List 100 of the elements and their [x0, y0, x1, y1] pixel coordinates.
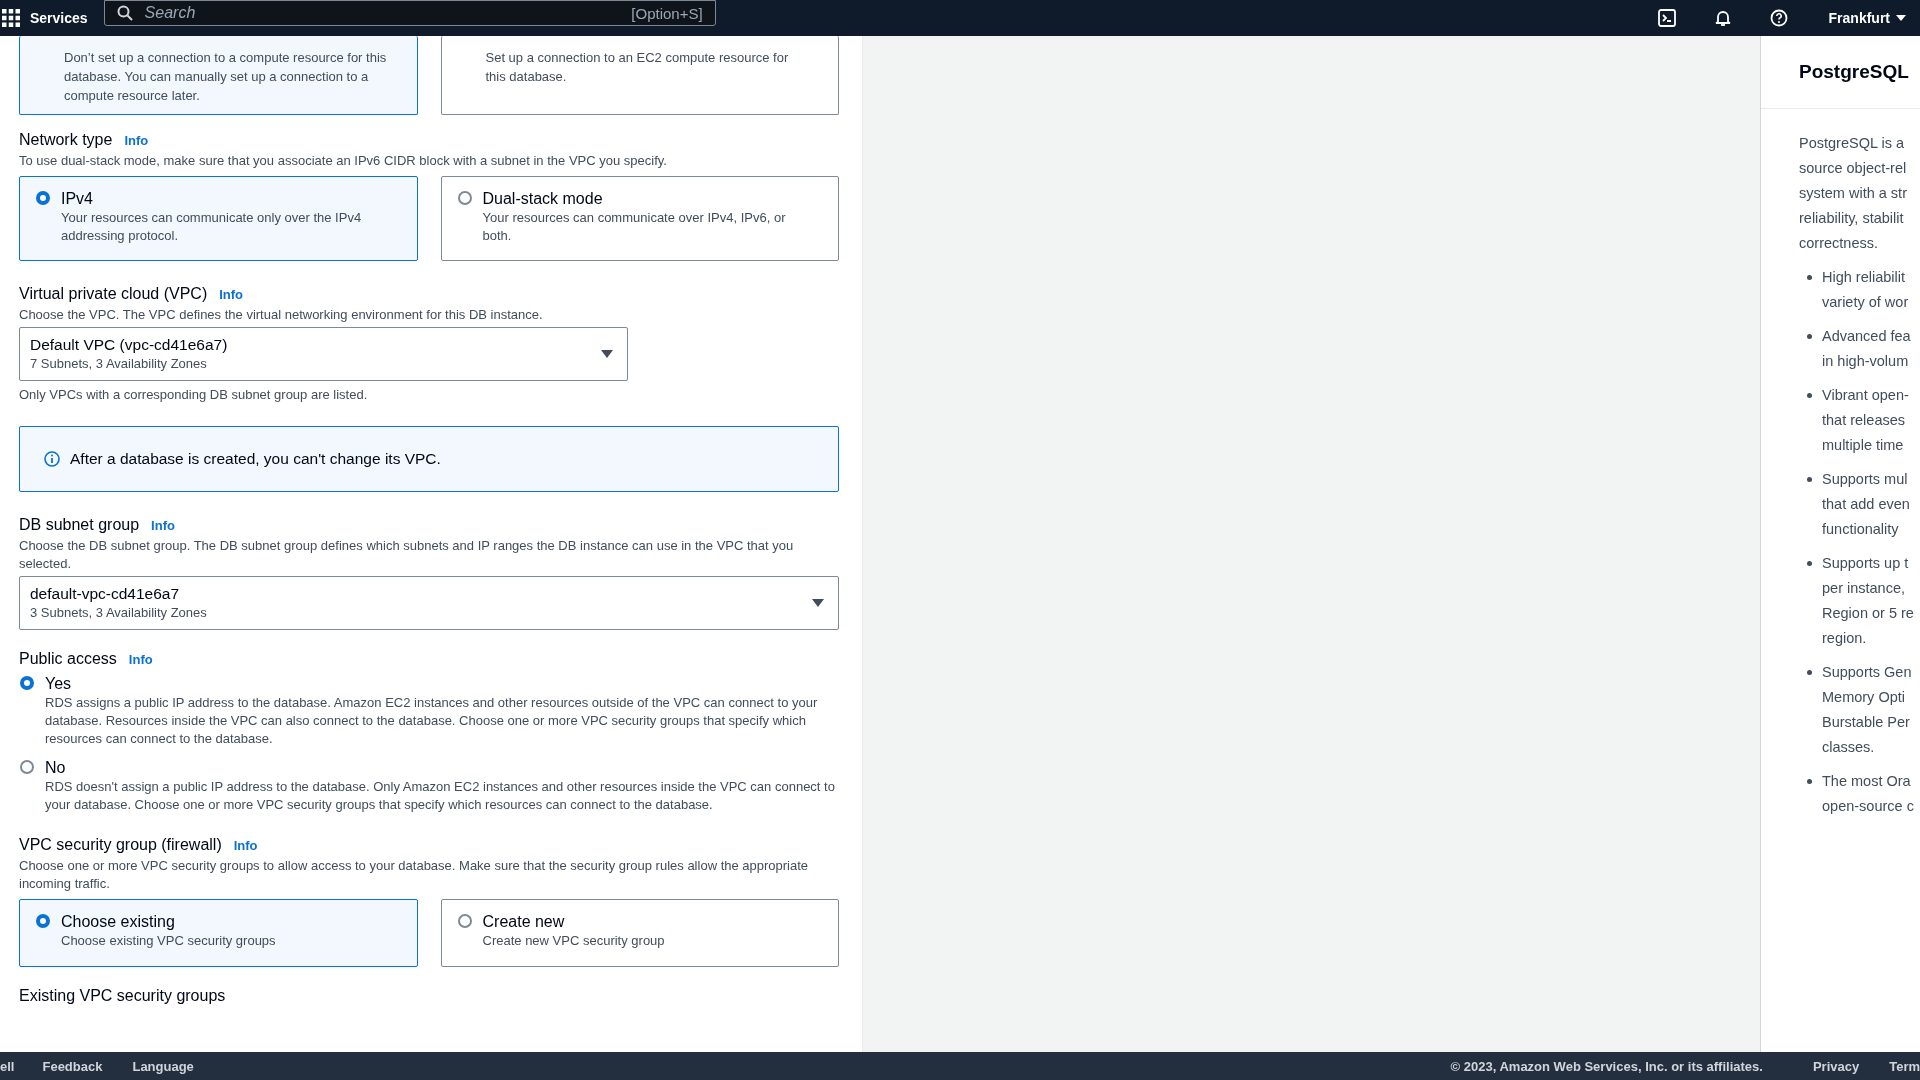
bullet-icon — [1807, 561, 1812, 566]
region-menu[interactable]: Frankfurt — [1828, 10, 1906, 26]
field-description: Choose one or more VPC security groups to allow access to your database. Make sure that the security group rules allow the appropriate incoming traffic. — [19, 857, 810, 893]
field-label: Virtual private cloud (VPC) — [19, 284, 208, 304]
footer-link[interactable]: Term — [1889, 1058, 1920, 1074]
info-link[interactable]: Info — [219, 287, 244, 302]
help-text: that releases — [1822, 411, 1907, 430]
select-detail: 7 Subnets, 3 Availability Zones — [30, 355, 208, 373]
option-title: No — [45, 758, 67, 778]
info-icon — [44, 451, 60, 467]
help-text: multiple time — [1822, 436, 1905, 455]
field-description: To use dual-stack mode, make sure that you associate an IPv6 CIDR block with a subnet in the VPC you specify. — [19, 152, 668, 170]
copyright-text: © 2023, Amazon Web Services, Inc. or its affiliates. — [1450, 1058, 1763, 1074]
terminal-icon[interactable] — [1657, 9, 1676, 27]
help-text: functionality — [1822, 520, 1900, 539]
field-label: Existing VPC security groups — [19, 986, 227, 1006]
vpc-select[interactable]: Default VPC (vpc-cd41e6a7) 7 Subnets, 3 Availability Zones — [19, 327, 628, 381]
caret-icon — [601, 350, 613, 358]
help-text: Supports mul — [1822, 470, 1909, 489]
grid-icon[interactable] — [2, 9, 20, 27]
option-description: RDS assigns a public IP address to the database. Amazon EC2 instances and other resources outside of the VPC can connect to your database. Resources inside the VPC can also connect to the database. Choose one or more VPC security groups that specify which resources can connect to the database. — [45, 694, 819, 748]
help-text: Advanced fea — [1822, 327, 1911, 346]
option-description: Choose existing VPC security groups — [61, 932, 276, 950]
option-description: Set up a connection to an EC2 compute resource for this database. — [485, 50, 789, 84]
caret-icon — [1896, 15, 1906, 21]
bullet-icon — [1807, 779, 1812, 784]
help-icon[interactable] — [1769, 9, 1788, 27]
field-note: Only VPCs with a corresponding DB subnet group are listed. — [19, 386, 369, 404]
option-description: Your resources can communicate over IPv4, IPv6, or both. — [482, 209, 787, 245]
option-card[interactable]: Create new Create new VPC security group — [440, 899, 839, 967]
radio-button[interactable] — [457, 914, 472, 928]
services-menu[interactable]: Services — [30, 10, 88, 26]
select-detail: 3 Subnets, 3 Availability Zones — [30, 604, 208, 622]
subnet-select[interactable]: default-vpc-cd41e6a7 3 Subnets, 3 Availability Zones — [19, 576, 839, 630]
option-title: Create new — [482, 912, 566, 932]
bullet-icon — [1807, 670, 1812, 675]
footer-link[interactable]: Language — [132, 1058, 194, 1074]
help-text: Supports up t — [1822, 554, 1910, 573]
bullet-icon — [1807, 334, 1812, 339]
option-description: Don’t set up a connection to a compute resource for this database. You can manually set up a connection to a compute resource later. — [64, 50, 387, 103]
search-bar[interactable]: Search [Option+S] — [103, 0, 716, 26]
field-label: Network type — [19, 130, 113, 150]
radio-button[interactable] — [36, 191, 50, 205]
info-link[interactable]: Info — [124, 133, 149, 148]
shortcut-hint: [Option+S] — [631, 4, 703, 22]
bullet-icon — [1807, 477, 1812, 482]
help-text: Supports Gen — [1822, 663, 1912, 682]
field-description: Choose the VPC. The VPC defines the virtual networking environment for this DB instance. — [19, 306, 544, 324]
help-text: system with a str — [1799, 184, 1908, 203]
info-link[interactable]: Info — [128, 652, 153, 667]
bell-icon[interactable] — [1713, 9, 1732, 27]
help-text: PostgreSQL is a — [1799, 134, 1906, 153]
info-link[interactable]: Info — [151, 518, 175, 533]
help-text: source object-rel — [1799, 159, 1908, 178]
info-link[interactable]: Info — [233, 838, 258, 853]
footer-link[interactable]: ell — [0, 1058, 15, 1074]
help-text: per instance, — [1822, 579, 1907, 598]
alert-text: After a database is created, you can't change its VPC. — [70, 450, 441, 468]
help-text: reliability, stabilit — [1799, 209, 1905, 228]
help-text: correctness. — [1799, 234, 1879, 253]
radio-button[interactable] — [457, 191, 472, 205]
help-text: region. — [1822, 629, 1868, 648]
search-icon — [116, 5, 133, 21]
help-text: Vibrant open- — [1822, 386, 1909, 405]
help-text: The most Ora — [1822, 772, 1912, 791]
help-text: classes. — [1822, 738, 1876, 757]
help-text: Burstable Per — [1822, 713, 1911, 732]
option-card[interactable]: IPv4 Your resources can communicate only over the IPv4 addressing protocol. — [19, 176, 418, 261]
help-text: variety of wor — [1822, 293, 1909, 312]
select-value: Default VPC (vpc-cd41e6a7) — [30, 335, 229, 355]
help-text: Region or 5 re — [1822, 604, 1914, 623]
help-text: High reliabilit — [1822, 268, 1906, 287]
help-text: in high-volum — [1822, 352, 1910, 371]
footer-link[interactable]: Feedback — [42, 1058, 103, 1074]
field-label: DB subnet group — [19, 515, 140, 535]
option-card[interactable]: Dual-stack mode Your resources can communicate over IPv4, IPv6, or both. — [440, 176, 839, 261]
option-title: Dual-stack mode — [482, 189, 604, 209]
field-label: Public access — [19, 649, 117, 669]
radio-button[interactable] — [20, 676, 34, 690]
help-title: PostgreSQL — [1799, 61, 1909, 83]
option-description: Create new VPC security group — [482, 932, 665, 950]
option-description: Your resources can communicate only over the IPv4 addressing protocol. — [61, 209, 363, 245]
option-card[interactable]: Set up a connection to an EC2 compute resource for this database. — [440, 36, 839, 115]
caret-icon — [812, 599, 824, 607]
bullet-icon — [1807, 393, 1812, 398]
option-title: IPv4 — [61, 189, 94, 209]
field-description: Choose the DB subnet group. The DB subnet group defines which subnets and IP ranges the DB instance can use in the VPC that you selected. — [19, 537, 795, 573]
bullet-icon — [1807, 275, 1812, 280]
field-label: VPC security group (firewall) — [19, 835, 222, 855]
radio-button[interactable] — [20, 760, 34, 774]
footer-link[interactable]: Privacy — [1812, 1058, 1860, 1074]
select-value: default-vpc-cd41e6a7 — [30, 584, 181, 604]
radio-button[interactable] — [36, 914, 50, 928]
help-text: open-source c — [1822, 797, 1914, 816]
option-card[interactable]: Don’t set up a connection to a compute resource for this database. You can manually set up a connection to a compute resource later. — [19, 36, 418, 115]
help-text: Memory Opti — [1822, 688, 1906, 707]
option-description: RDS doesn't assign a public IP address to the database. Only Amazon EC2 instances and other resources inside the VPC can connect to your database. Choose one or more VPC security groups that specify which resources can connect to the database. — [45, 778, 836, 814]
option-card[interactable]: Choose existing Choose existing VPC security groups — [19, 899, 418, 967]
search-field[interactable]: Search — [142, 3, 632, 23]
option-title: Yes — [45, 674, 73, 694]
